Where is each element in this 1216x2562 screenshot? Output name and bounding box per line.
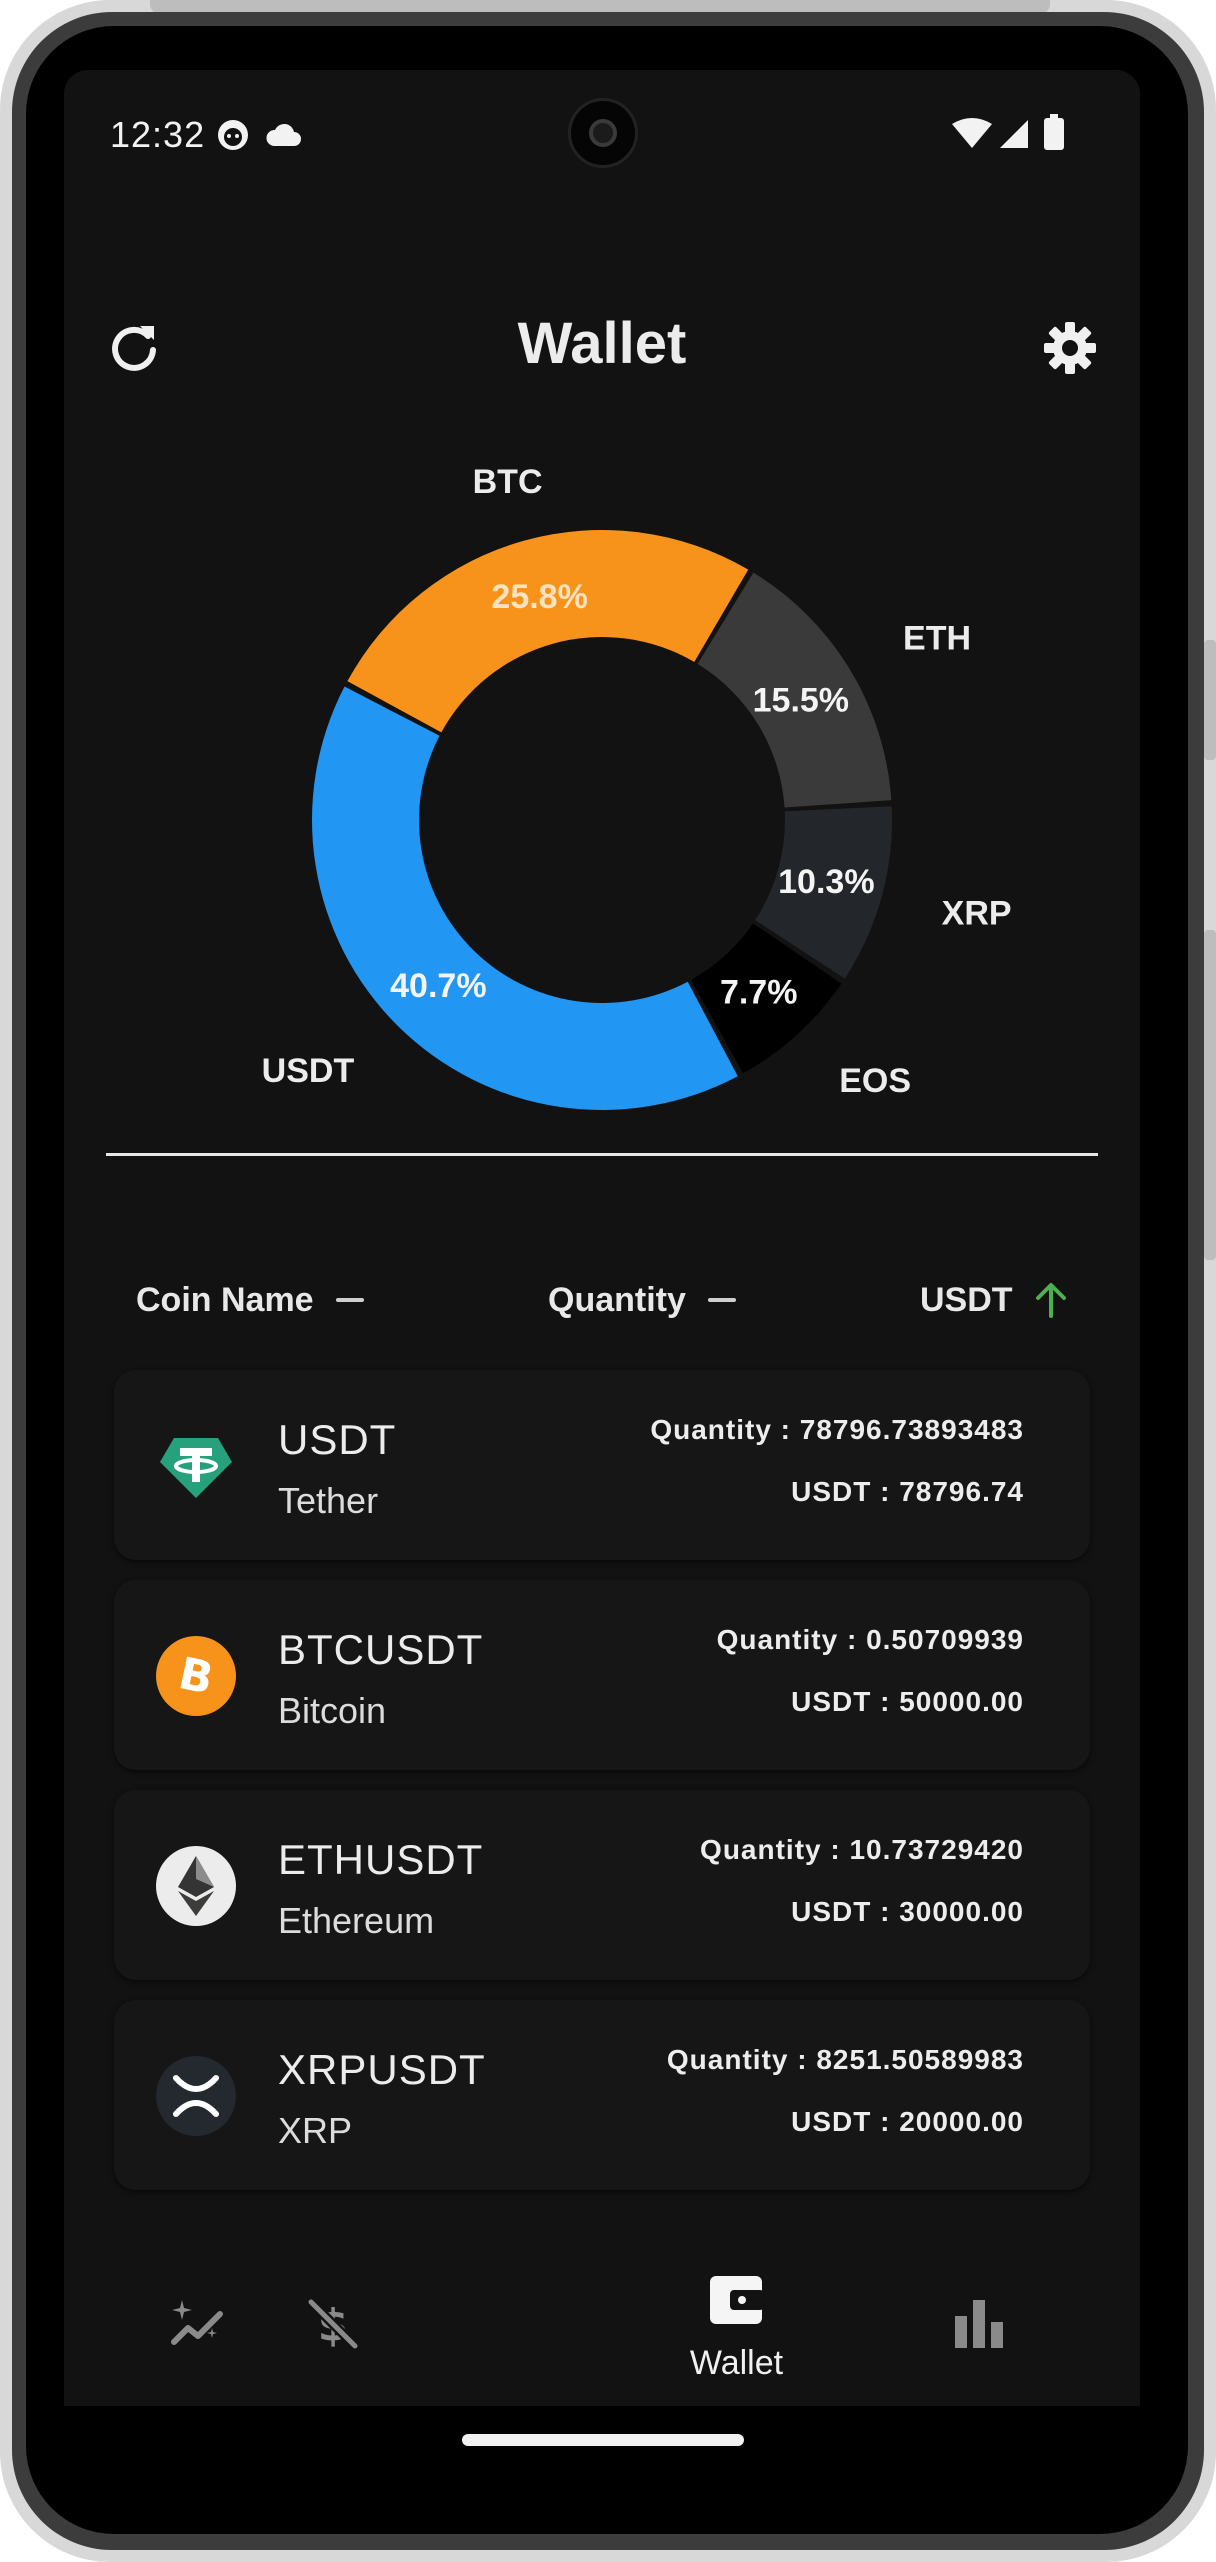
app-bar: Wallet (64, 280, 1140, 410)
ethereum-icon (156, 1846, 236, 1926)
no-dollar-icon: $ (307, 2298, 359, 2351)
slice-value-xrp: 10.3% (778, 863, 874, 901)
sort-by-quantity[interactable]: Quantity (548, 1270, 736, 1330)
xrp-icon (156, 2056, 236, 2136)
coin-row-btc[interactable]: B BTCUSDT Bitcoin Quantity : 0.50709939 … (114, 1580, 1090, 1770)
pie-slice-btc[interactable] (347, 530, 749, 733)
coin-quantity: Quantity : 8251.50589983 (666, 2044, 1024, 2075)
sort-by-coin-name[interactable]: Coin Name (136, 1270, 364, 1330)
slice-label-eth: ETH (903, 620, 971, 658)
bottom-navigation: $ Wallet (64, 2250, 1140, 2406)
usdt-header: USDT (920, 1280, 1013, 1319)
page-title: Wallet (517, 311, 687, 376)
coin-name: XRP (278, 2110, 353, 2151)
coin-symbol: ETHUSDT (278, 1836, 484, 1883)
volume-button (1204, 640, 1216, 760)
slice-value-eth: 15.5% (753, 681, 849, 719)
coin-table-header: Coin Name Quantity USDT (64, 1270, 1140, 1330)
slice-value-btc: 25.8% (491, 578, 587, 616)
front-camera (568, 98, 638, 168)
bar-chart-icon (955, 2300, 1003, 2348)
coin-usdt-value: USDT : 30000.00 (791, 1896, 1024, 1927)
status-bar: 12:32 (64, 70, 1140, 200)
coin-quantity: Quantity : 78796.73893483 (650, 1414, 1024, 1445)
tether-icon (160, 1438, 232, 1498)
nav-item-stats[interactable] (871, 2250, 1140, 2406)
coin-name: Tether (278, 1480, 379, 1521)
sort-neutral-icon (335, 1298, 364, 1302)
slice-value-usdt: 40.7% (390, 967, 486, 1005)
nav-label-wallet: Wallet (689, 2344, 784, 2382)
power-button (1204, 930, 1216, 1260)
battery-icon (1044, 114, 1064, 150)
slice-label-btc: BTC (473, 463, 543, 501)
coin-name: Ethereum (278, 1900, 435, 1941)
pie-slice-usdt[interactable] (312, 686, 738, 1110)
coin-symbol: BTCUSDT (278, 1626, 484, 1673)
slice-label-eos: EOS (839, 1062, 911, 1100)
wifi-icon (952, 118, 992, 148)
chart-divider (106, 1153, 1098, 1156)
coin-usdt-value: USDT : 50000.00 (791, 1686, 1024, 1717)
nav-item-wallet[interactable]: Wallet (602, 2250, 871, 2406)
cat-notification-icon (218, 120, 248, 150)
sort-by-usdt[interactable]: USDT (920, 1270, 1071, 1330)
nav-item-trends[interactable] (64, 2250, 333, 2406)
coin-usdt-value: USDT : 78796.74 (791, 1476, 1024, 1507)
slice-value-eos: 7.7% (720, 974, 798, 1012)
gear-icon[interactable] (1040, 318, 1100, 378)
coin-quantity: Quantity : 0.50709939 (716, 1624, 1024, 1655)
coin-list: USDT Tether Quantity : 78796.73893483 US… (114, 1370, 1090, 2210)
coin-quantity: Quantity : 10.73729420 (700, 1834, 1024, 1865)
coin-row-usdt[interactable]: USDT Tether Quantity : 78796.73893483 US… (114, 1370, 1090, 1560)
sort-neutral-icon (707, 1298, 736, 1302)
donut-chart-svg: 25.8% BTC 15.5% ETH 10.3% XRP 7.7% EOS 40.7% USDT (262, 463, 1012, 1110)
coin-row-eth[interactable]: ETHUSDT Ethereum Quantity : 10.73729420 … (114, 1790, 1090, 1980)
sparkle-chart-icon (171, 2300, 223, 2345)
quantity-header: Quantity (548, 1280, 686, 1319)
slice-label-usdt: USDT (262, 1052, 355, 1090)
coin-usdt-value: USDT : 20000.00 (791, 2106, 1024, 2137)
sort-ascending-arrow-icon (1035, 1283, 1066, 1318)
home-indicator[interactable] (462, 2434, 744, 2446)
cloud-icon (266, 123, 301, 146)
signal-icon (1000, 120, 1028, 148)
status-time: 12:32 (110, 114, 206, 155)
wallet-icon (710, 2276, 764, 2324)
coin-name-header: Coin Name (136, 1280, 314, 1319)
coin-symbol: XRPUSDT (278, 2046, 486, 2093)
bitcoin-icon: B (156, 1636, 236, 1716)
slice-label-xrp: XRP (942, 894, 1012, 932)
portfolio-donut-chart: 25.8% BTC 15.5% ETH 10.3% XRP 7.7% EOS 40.7% USDT (64, 410, 1140, 1200)
screen: 12:32 Wallet 25.8% BTC 15.5% ETH 10.3% X… (64, 70, 1140, 2406)
nav-item-trade[interactable]: $ (307, 2250, 602, 2406)
coin-name: Bitcoin (278, 1690, 387, 1731)
coin-row-xrp[interactable]: XRPUSDT XRP Quantity : 8251.50589983 USD… (114, 2000, 1090, 2190)
coin-symbol: USDT (278, 1416, 397, 1463)
